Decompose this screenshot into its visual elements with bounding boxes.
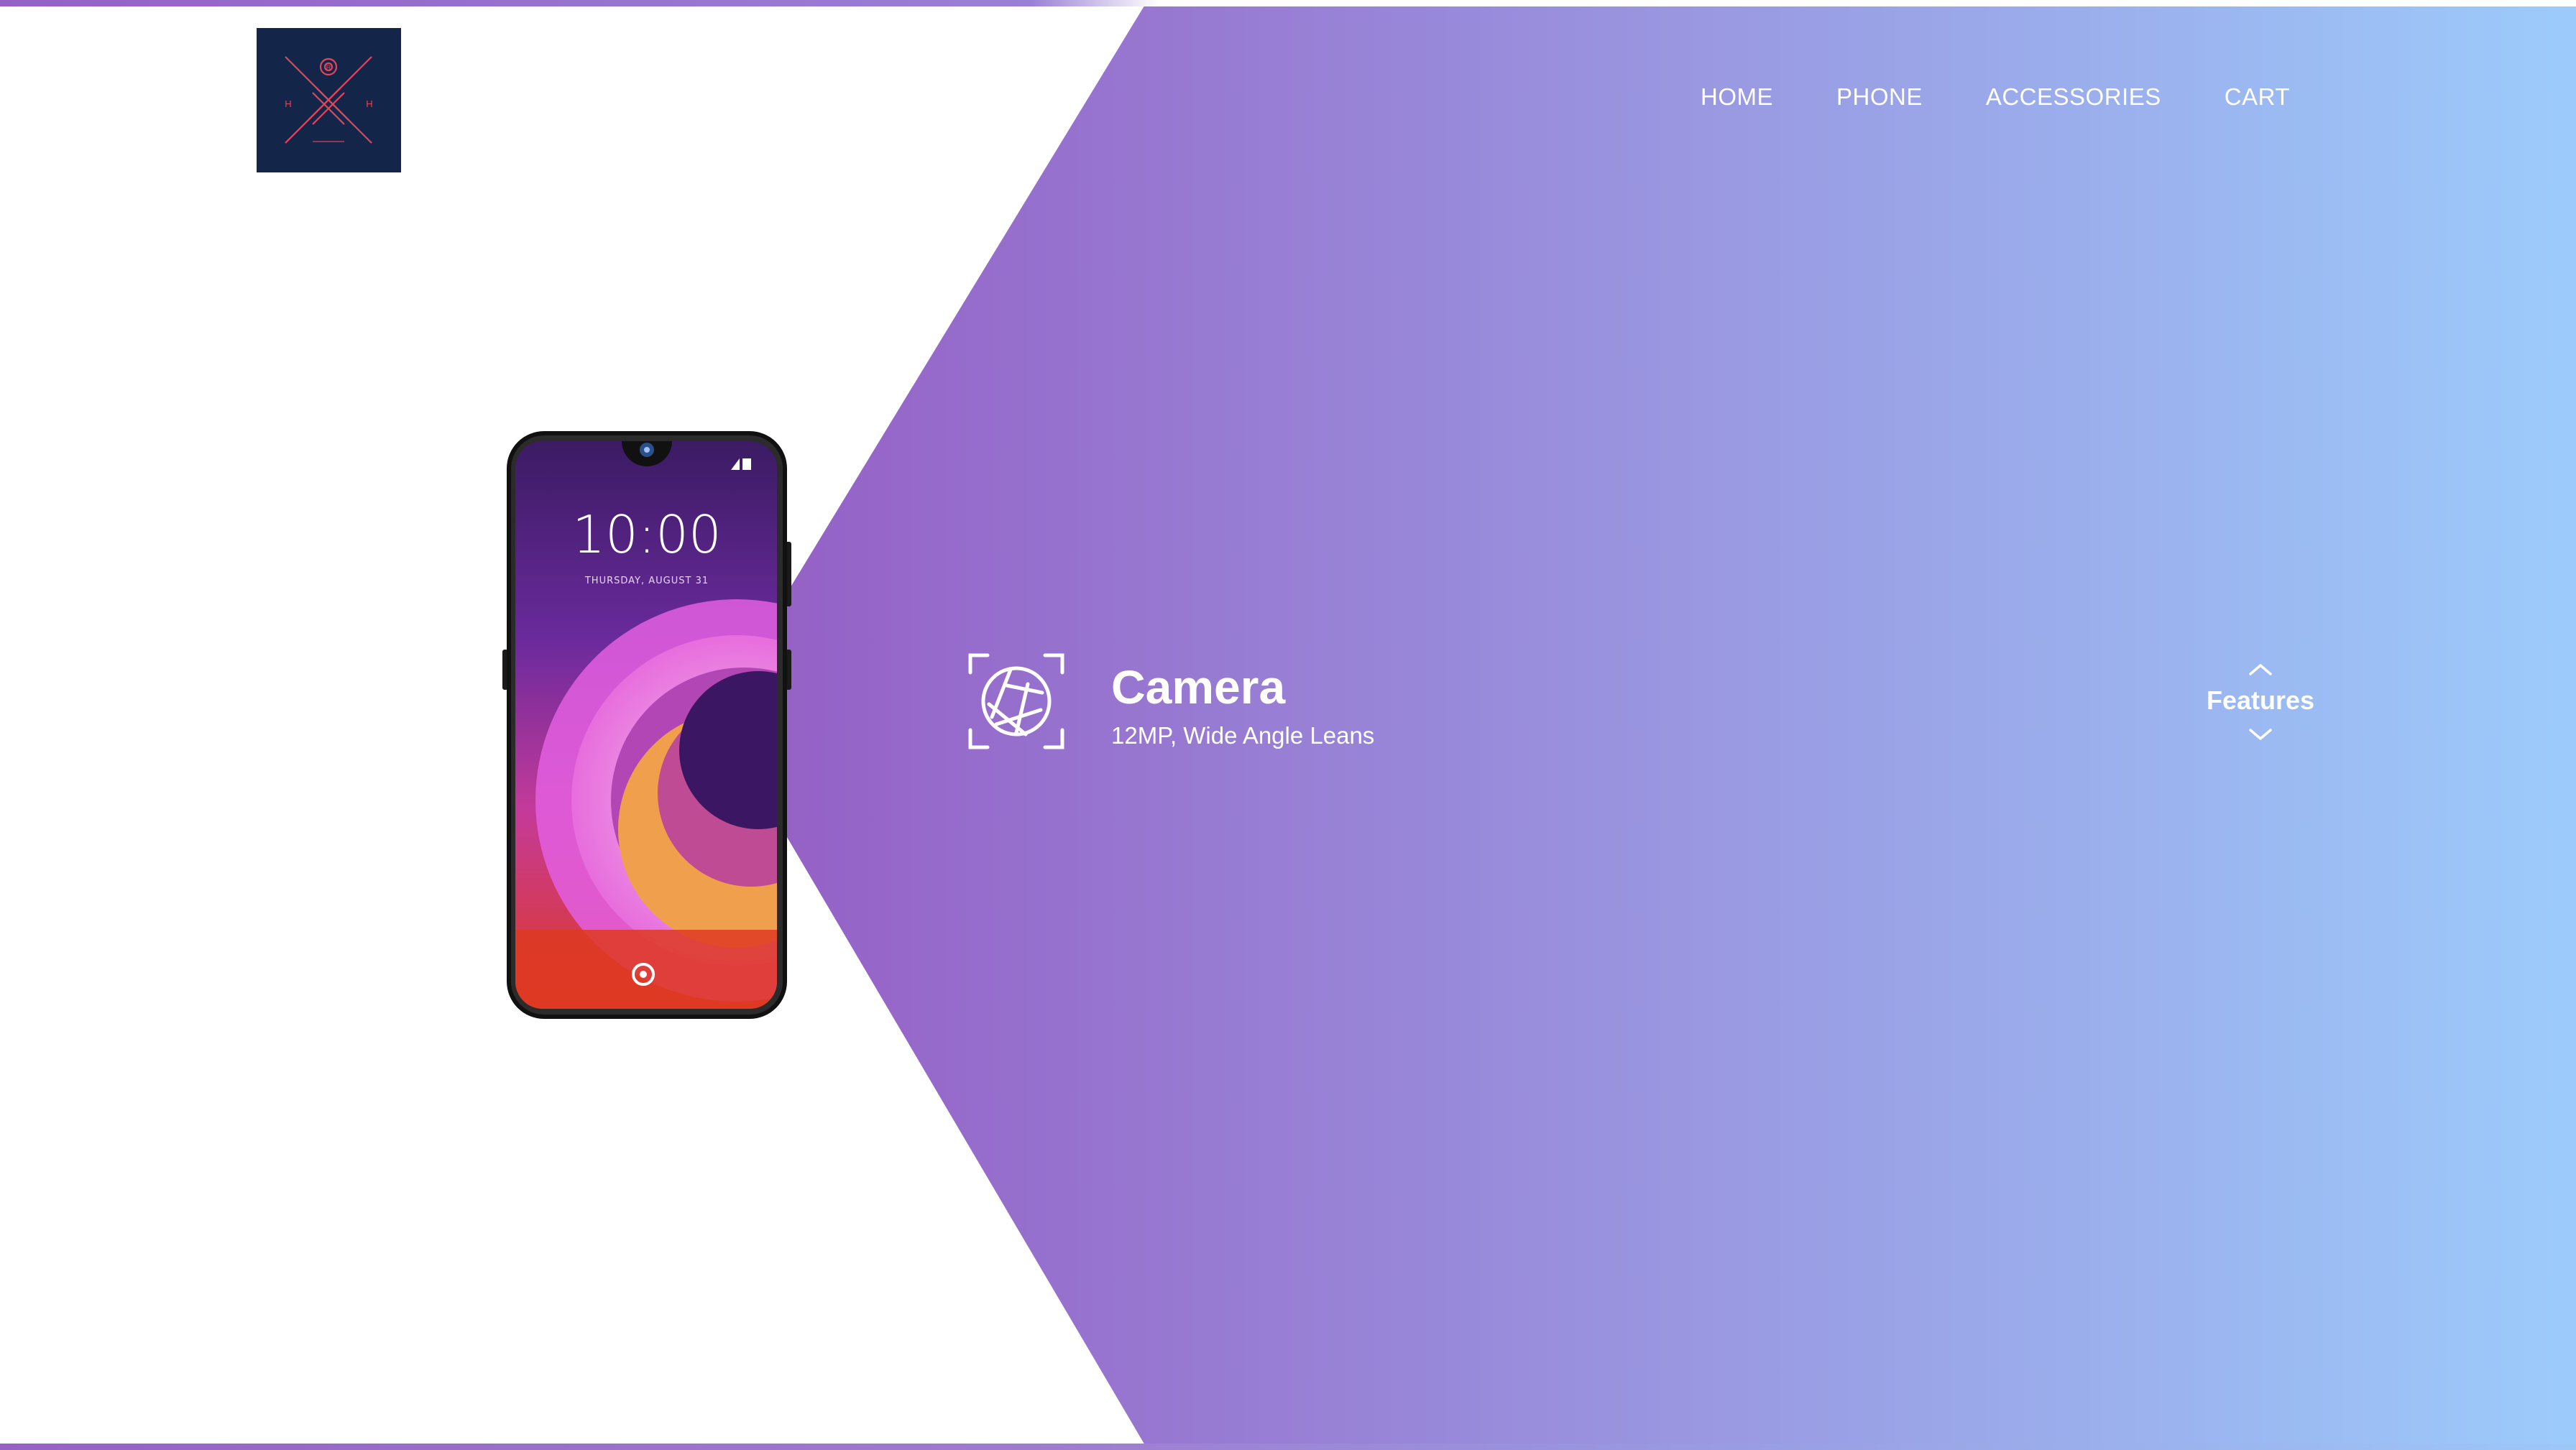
phone-clock-date: THURSDAY, AUGUST 31: [584, 576, 709, 586]
features-label: Features: [2206, 685, 2315, 715]
landing-page: R H H HOME PHONE ACCESSORIES CART 10:00 …: [0, 0, 2576, 1450]
feature-description: 12MP, Wide Angle Leans: [1111, 721, 1375, 749]
logo-letter-right: H: [366, 98, 372, 109]
top-accent-bar: [0, 0, 2576, 6]
nav-cart[interactable]: CART: [2225, 83, 2290, 111]
nav-phone[interactable]: PHONE: [1836, 83, 1923, 111]
chevron-down-icon[interactable]: [2246, 726, 2275, 743]
main-nav: HOME PHONE ACCESSORIES CART: [1637, 83, 2290, 111]
feature-text: Camera 12MP, Wide Angle Leans: [1111, 656, 1374, 747]
camera-aperture-icon: [968, 653, 1064, 749]
logo-letter-top: R: [326, 64, 331, 71]
hhr-monogram-logo: R H H: [285, 56, 373, 144]
chevron-up-icon[interactable]: [2246, 661, 2275, 678]
feature-item: Camera 12MP, Wide Angle Leans: [967, 652, 1374, 750]
nav-accessories[interactable]: ACCESSORIES: [1986, 83, 2161, 111]
nav-home[interactable]: HOME: [1701, 83, 1773, 111]
features-navigator: Features: [2178, 661, 2343, 743]
logo-letter-left: H: [285, 98, 291, 109]
bottom-accent-bar: [0, 1444, 2576, 1450]
brand-logo[interactable]: R H H: [257, 28, 401, 172]
phone-image: 10:00 THURSDAY, AUGUST 31: [500, 427, 794, 1023]
phone-clock-time: 10:00: [572, 504, 722, 565]
feature-title: Camera: [1111, 660, 1286, 714]
